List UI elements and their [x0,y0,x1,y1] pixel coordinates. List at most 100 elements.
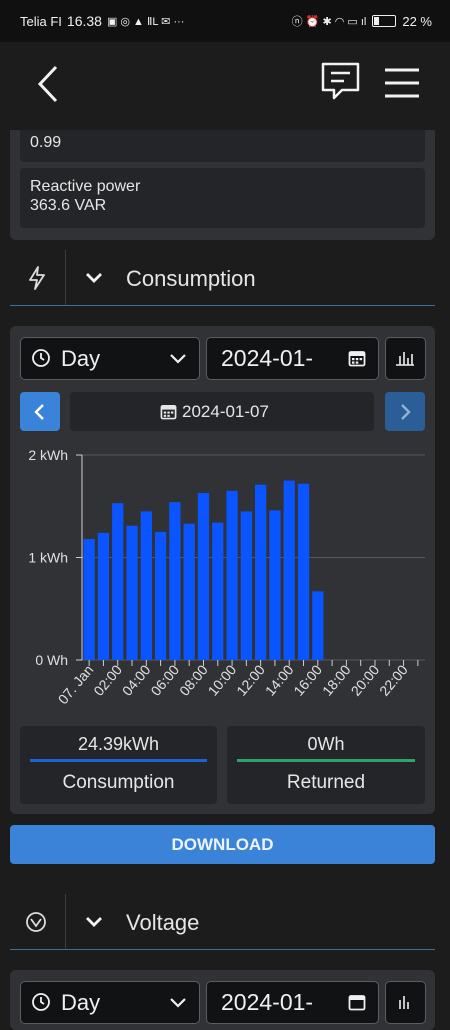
menu-button[interactable] [383,66,421,100]
consumption-total-line [30,759,207,762]
consumption-header[interactable]: Consumption [10,250,435,306]
chevron-right-icon [401,404,411,420]
chart-bar [255,484,267,660]
voltage-underline [10,949,435,950]
chart-bar [240,511,252,660]
reactive-power-tile: Reactive power 363.6 VAR [20,168,425,228]
battery-percent: 22 % [402,13,432,29]
download-button[interactable]: DOWNLOAD [10,825,435,864]
chart-bar [83,539,95,660]
consumption-chart: 0 Wh 1 kWh 2 kWh 07. Jan02:0004:0006:0008:0… [28,447,425,707]
reactive-power-label: Reactive power [30,178,141,195]
chart-y-tick-label: 0 Wh [35,652,68,668]
period-select-value: Day [61,346,101,371]
lightning-icon [29,266,45,290]
date-nav-text: 2024-01-07 [182,402,269,421]
chevron-down-icon [86,273,102,283]
period-select[interactable]: Day [20,337,200,380]
consumption-total-tile: 24.39kWh Consumption [20,726,217,804]
message-icon [321,62,360,100]
reactive-power-value: 363.6 VAR [30,197,107,214]
voltage-header[interactable]: Voltage [10,894,435,950]
chart-x-tick-label: 07. Jan [55,662,97,707]
consumption-underline [10,305,435,306]
chart-y-tick-label: 2 kWh [28,447,68,463]
chart-x-tick-label: 22:00 [376,661,411,698]
chart-bar [283,480,295,660]
back-button[interactable] [30,62,70,106]
notification-icons: ▣ ◎ ▲ ⅡL ✉ ··· [106,15,185,28]
chart-bar [154,531,167,660]
chart-bar [226,490,238,660]
battery-icon [372,15,397,27]
chart-bar [112,503,124,660]
clock-icon [32,993,50,1011]
clock-icon [32,349,50,367]
chart-bar [140,511,152,660]
chart-bar [269,510,281,660]
chart-bar [212,522,224,660]
voltage-icon [26,912,46,932]
chart-bar [197,492,210,660]
chart-bar [297,483,310,660]
chevron-left-icon [37,65,58,103]
voltage-date-input[interactable]: 2024-01- [206,981,379,1024]
voltage-title: Voltage [126,910,200,935]
hamburger-menu-icon [385,68,419,98]
chevron-down-icon [86,917,102,927]
chart-x-tick-label: 10:00 [205,661,240,698]
system-icons: ⓝ ⏰ ✱ ◠ ▭ ıl [291,16,367,28]
chart-bar [97,532,110,660]
date-nav-display[interactable]: 2024-01-07 [70,392,374,431]
next-day-button[interactable] [385,392,425,431]
consumption-title: Consumption [126,266,256,291]
returned-total-line [237,759,415,762]
date-input-value: 2024-01- [221,345,314,371]
chart-x-tick-label: 08:00 [176,661,211,698]
app-bar [0,42,450,130]
chevron-down-icon [170,354,186,364]
chart-x-tick-label: 04:00 [119,661,154,698]
chart-type-button[interactable] [385,337,426,380]
calendar-icon [348,351,366,367]
date-input[interactable]: 2024-01- [206,337,379,380]
consumption-total-label: Consumption [62,772,175,793]
carrier-label: Telia FI [20,13,62,29]
clock: 16.38 [66,13,102,29]
returned-total-value: 0Wh [307,734,345,754]
power-factor-tile: 0.99 [20,130,425,162]
consumption-total-value: 24.39kWh [77,734,160,754]
voltage-period-value: Day [61,990,101,1015]
consumption-card: Day 2024-01- 2024-01-07 0 Wh 1 kWh 2 kWh… [10,326,435,814]
chart-bar [183,523,195,660]
download-button-label: DOWNLOAD [171,835,274,854]
voltage-card: Day 2024-01- [10,970,435,1030]
voltage-period-select[interactable]: Day [20,981,200,1024]
voltage-chart-type-button[interactable] [385,981,426,1024]
chart-x-tick-label: 12:00 [233,661,268,698]
power-factor-value: 0.99 [30,134,62,151]
returned-total-label: Returned [286,772,366,793]
bar-chart-icon [399,996,409,1009]
chart-bar [126,525,138,660]
voltage-date-value: 2024-01- [221,989,314,1015]
header-divider [65,894,66,950]
chart-x-tick-label: 16:00 [290,661,325,698]
feedback-button[interactable] [320,60,362,104]
chart-x-tick-label: 14:00 [262,661,297,698]
chart-bar [312,591,324,660]
calendar-icon [160,404,177,420]
bar-chart-icon [396,352,414,366]
chevron-left-icon [34,404,44,420]
chart-x-tick-label: 18:00 [319,661,354,698]
calendar-icon [348,995,366,1011]
chart-x-tick-label: 02:00 [90,661,125,698]
chart-x-tick-label: 06:00 [147,661,182,698]
status-bar: Telia FI 16.38 ▣ ◎ ▲ ⅡL ✉ ··· ⓝ ⏰ ✱ ◠ ▭ … [0,0,450,42]
chevron-down-icon [170,998,186,1008]
metrics-card: 0.99 Reactive power 363.6 VAR [10,130,435,240]
returned-total-tile: 0Wh Returned [227,726,425,804]
header-divider [65,250,66,306]
chart-y-tick-label: 1 kWh [28,550,68,566]
prev-day-button[interactable] [20,392,60,431]
